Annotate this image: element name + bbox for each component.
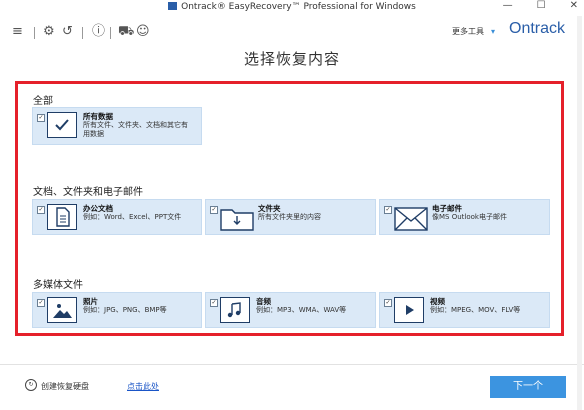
- card-email[interactable]: ✓ 电子邮件 像MS Outlook电子邮件: [379, 199, 550, 235]
- section-docs-label: 文档、文件夹和电子邮件: [33, 187, 143, 198]
- support-icon[interactable]: ☺: [136, 25, 150, 38]
- audio-desc: 例如：MP3、WMA、WAV等: [256, 306, 347, 314]
- minimize-button[interactable]: —: [503, 0, 513, 11]
- email-desc: 像MS Outlook电子邮件: [432, 213, 507, 221]
- app-icon: [168, 2, 178, 10]
- photo-checkbox[interactable]: ✓: [37, 299, 45, 307]
- video-desc: 例如：MPEG、MOV、FLV等: [430, 306, 521, 314]
- photo-desc: 例如：JPG、PNG、BMP等: [83, 306, 167, 314]
- more-tools-dropdown[interactable]: 更多工具 ▾: [452, 26, 495, 37]
- section-all-label: 全部: [33, 96, 53, 107]
- maximize-button[interactable]: ☐: [537, 0, 546, 11]
- video-checkbox[interactable]: ✓: [384, 299, 392, 307]
- checkmark-icon: [47, 112, 77, 138]
- folder-checkbox[interactable]: ✓: [210, 206, 218, 214]
- next-button[interactable]: 下一个: [490, 376, 566, 398]
- all-data-checkbox[interactable]: ✓: [37, 114, 45, 122]
- chevron-down-icon: ▾: [491, 27, 496, 36]
- toolbar: ≡ ⚙ ↺ ⓘ ⛟ ☺: [0, 18, 584, 44]
- scrollbar[interactable]: [577, 16, 582, 410]
- create-recovery-drive-label: 创建恢复硬盘: [41, 382, 89, 391]
- window-title-text: Ontrack® EasyRecovery™ Professional for …: [181, 2, 416, 12]
- toolbar-divider: [110, 27, 111, 39]
- document-icon: [47, 204, 77, 230]
- audio-checkbox[interactable]: ✓: [210, 299, 218, 307]
- card-audio[interactable]: ✓ 音频 例如：MP3、WMA、WAV等: [205, 292, 376, 328]
- recovery-drive-icon: ↻: [25, 379, 37, 391]
- close-button[interactable]: ✕: [570, 0, 578, 11]
- toolbar-divider: [34, 27, 35, 39]
- music-note-icon: [220, 297, 250, 323]
- office-desc: 例如：Word、Excel、PPT文件: [83, 213, 182, 221]
- image-icon: [47, 297, 77, 323]
- window-titlebar: Ontrack® EasyRecovery™ Professional for …: [0, 0, 584, 15]
- more-tools-label: 更多工具: [452, 27, 484, 36]
- window-title: Ontrack® EasyRecovery™ Professional for …: [0, 2, 584, 12]
- card-folder[interactable]: ✓ 文件夹 所有文件夹里的内容: [205, 199, 376, 235]
- card-photo[interactable]: ✓ 照片 例如：JPG、PNG、BMP等: [32, 292, 202, 328]
- history-icon[interactable]: ↺: [62, 25, 73, 38]
- card-office-docs[interactable]: ✓ 办公文档 例如：Word、Excel、PPT文件: [32, 199, 202, 235]
- page-title: 选择恢复内容: [243, 50, 340, 68]
- window-controls: — ☐ ✕: [503, 0, 578, 11]
- email-checkbox[interactable]: ✓: [384, 206, 392, 214]
- menu-icon[interactable]: ≡: [12, 25, 23, 38]
- folder-desc: 所有文件夹里的内容: [258, 213, 321, 221]
- info-icon[interactable]: ⓘ: [92, 25, 105, 38]
- footer-divider: [0, 364, 584, 365]
- play-icon: [394, 297, 424, 323]
- click-here-link[interactable]: 点击此处: [127, 381, 159, 392]
- toolbar-divider: [82, 27, 83, 39]
- gear-icon[interactable]: ⚙: [43, 25, 55, 38]
- envelope-icon: [393, 204, 429, 231]
- card-all-data[interactable]: ✓ 所有数据 所有文件、文件夹、文档和其它有用数据: [32, 107, 202, 145]
- all-data-desc: 所有文件、文件夹、文档和其它有用数据: [83, 121, 188, 138]
- card-video[interactable]: ✓ 视频 例如：MPEG、MOV、FLV等: [379, 292, 550, 328]
- office-checkbox[interactable]: ✓: [37, 206, 45, 214]
- brand-logo: Ontrack: [509, 20, 566, 37]
- folder-icon: [219, 204, 255, 231]
- cart-icon[interactable]: ⛟: [118, 25, 134, 38]
- section-media-label: 多媒体文件: [33, 280, 83, 291]
